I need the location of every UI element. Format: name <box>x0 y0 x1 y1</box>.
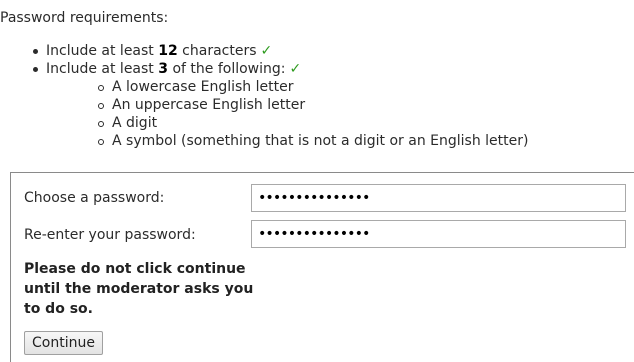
choose-password-label: Choose a password: <box>24 190 165 206</box>
requirement-categories: Include at least 3 of the following: ✓ A … <box>28 60 528 150</box>
check-icon: ✓ <box>289 61 302 77</box>
requirement-text: characters <box>177 43 257 59</box>
requirement-number: 12 <box>158 43 178 59</box>
requirement-text: Include at least <box>46 43 159 59</box>
requirement-text: Include at least <box>46 61 159 77</box>
moderator-warning: Please do not click continue until the m… <box>24 261 254 317</box>
reenter-password-label: Re-enter your password: <box>24 227 196 243</box>
requirement-text: of the following: <box>168 61 286 77</box>
requirement-length: Include at least 12 characters ✓ <box>28 42 528 60</box>
requirements-list: Include at least 12 characters ✓ Include … <box>28 42 528 150</box>
category-item: A digit <box>94 114 528 132</box>
category-item: A lowercase English letter <box>94 78 528 96</box>
password-form: Choose a password: Re-enter your passwor… <box>10 172 634 362</box>
requirements-heading: Password requirements: <box>0 10 169 26</box>
check-icon: ✓ <box>260 43 273 59</box>
reenter-password-input[interactable] <box>251 220 626 248</box>
category-item: An uppercase English letter <box>94 96 528 114</box>
requirement-number: 3 <box>158 61 168 77</box>
category-item: A symbol (something that is not a digit … <box>94 132 528 150</box>
continue-button[interactable]: Continue <box>24 331 103 355</box>
choose-password-input[interactable] <box>251 184 626 212</box>
categories-sublist: A lowercase English letter An uppercase … <box>46 78 528 150</box>
